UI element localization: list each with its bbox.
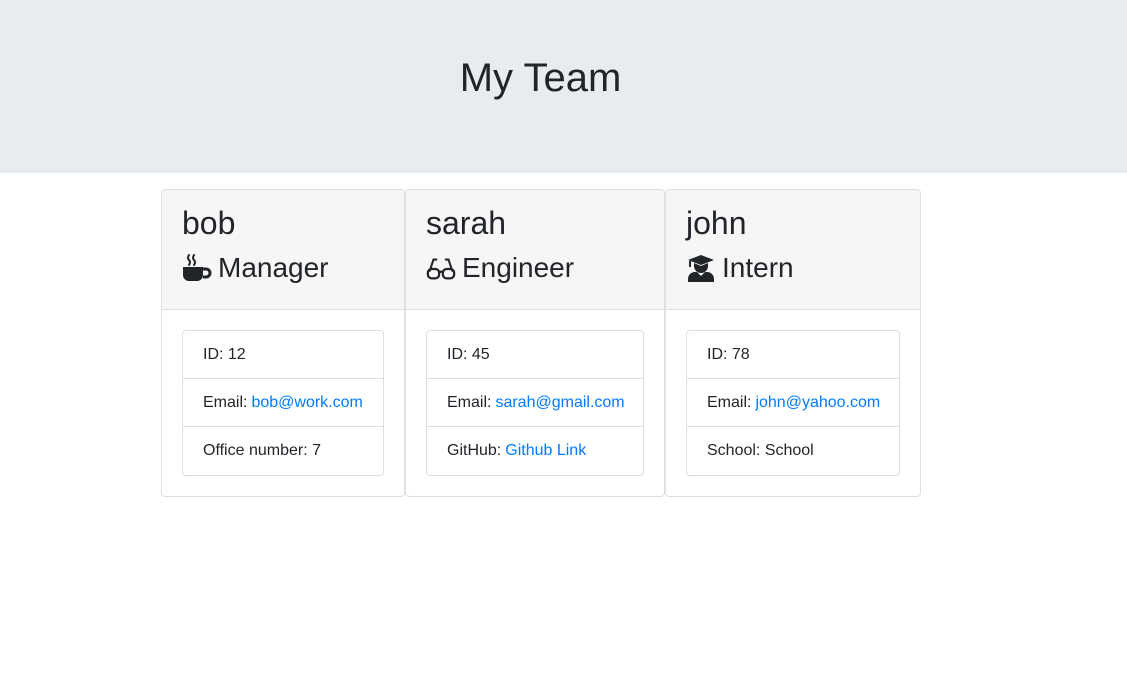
employee-id: ID: 78 (687, 331, 899, 379)
employee-id: ID: 45 (427, 331, 643, 379)
email-label: Email: (707, 393, 752, 411)
employee-email: Email: bob@work.com (183, 379, 383, 427)
office-number-text: Office number: 7 (203, 442, 321, 459)
employee-email: Email: john@yahoo.com (687, 379, 899, 427)
email-link[interactable]: bob@work.com (251, 394, 362, 412)
school: School: School (687, 427, 899, 475)
employee-role-label: Intern (722, 252, 794, 283)
employee-card-engineer: sarah Engineer ID: 45 Email: sarah@gmail… (405, 189, 665, 497)
employee-card-intern: john Intern ID: 78 Email: john@yahoo.com… (665, 189, 921, 497)
page-title: My Team (459, 56, 622, 100)
github-link[interactable]: Github Link (505, 442, 586, 460)
glasses-icon (426, 253, 456, 283)
employee-details: ID: 78 Email: john@yahoo.com School: Sch… (686, 330, 900, 476)
employee-id: ID: 12 (183, 331, 383, 379)
employee-name: sarah (426, 205, 507, 241)
employee-role: Engineer (426, 251, 644, 285)
employee-id-text: ID: 12 (203, 345, 246, 363)
card-header: bob Manager (162, 190, 404, 310)
email-link[interactable]: john@yahoo.com (755, 394, 880, 412)
email-label: Email: (447, 393, 492, 411)
employee-email: Email: sarah@gmail.com (427, 379, 643, 427)
card-header: sarah Engineer (406, 190, 664, 310)
card-header: john Intern (666, 190, 920, 310)
office-number: Office number: 7 (183, 427, 383, 475)
employee-name: bob (182, 205, 236, 241)
page-header: My Team (0, 0, 1127, 173)
employee-name: john (686, 205, 747, 241)
card-body: ID: 78 Email: john@yahoo.com School: Sch… (666, 310, 920, 496)
employee-details: ID: 45 Email: sarah@gmail.com GitHub: Gi… (426, 330, 644, 476)
employee-card-manager: bob Manager ID: 12 Email: bob@work.com O… (161, 189, 405, 497)
card-body: ID: 12 Email: bob@work.com Office number… (162, 310, 404, 496)
employee-details: ID: 12 Email: bob@work.com Office number… (182, 330, 384, 476)
school-text: School: School (707, 442, 814, 459)
github-label: GitHub: (447, 442, 502, 459)
employee-role-label: Manager (218, 252, 329, 283)
employee-role: Intern (686, 251, 900, 285)
github: GitHub: Github Link (427, 427, 643, 475)
card-body: ID: 45 Email: sarah@gmail.com GitHub: Gi… (406, 310, 664, 496)
email-label: Email: (203, 393, 248, 411)
employee-role-label: Engineer (462, 252, 575, 283)
email-link[interactable]: sarah@gmail.com (495, 394, 624, 412)
employee-id-text: ID: 78 (707, 345, 750, 363)
graduate-icon (686, 253, 716, 283)
employee-role: Manager (182, 251, 384, 285)
mug-hot-icon (182, 253, 212, 283)
employee-id-text: ID: 45 (447, 345, 490, 363)
